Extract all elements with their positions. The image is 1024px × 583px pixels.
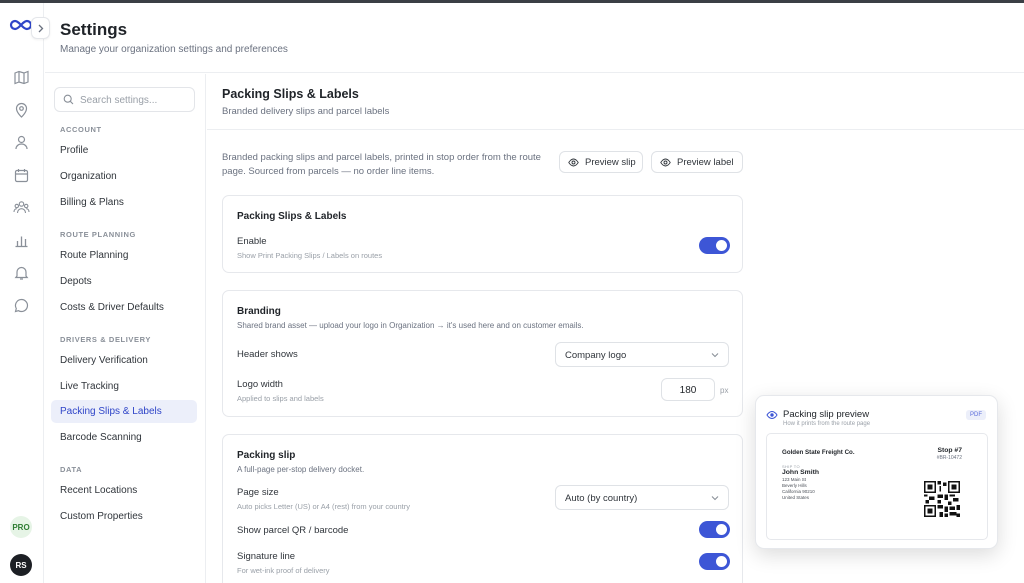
nav-item-barcode-scanning[interactable]: Barcode Scanning [51, 426, 197, 449]
branding-card-title: Branding [237, 306, 281, 317]
slip-company: Golden State Freight Co. [782, 449, 855, 456]
page-header: Settings Manage your organization settin… [45, 3, 1024, 73]
slip-document: Golden State Freight Co. Stop #7 #BR-104… [766, 433, 988, 540]
section-title: Packing Slips & Labels [222, 87, 359, 101]
eye-icon [766, 410, 778, 420]
slip-address-line: California 90210 [782, 489, 815, 494]
qr-code-icon [924, 481, 960, 517]
bell-icon[interactable] [13, 264, 30, 281]
app-rail: PRO RS [0, 3, 50, 583]
preview-label-label: Preview label [677, 156, 734, 168]
avatar[interactable]: RS [10, 554, 32, 576]
enable-label: Enable [237, 236, 267, 247]
logo-width-hint: Applied to slips and labels [237, 394, 324, 403]
team-icon[interactable] [13, 199, 30, 216]
qr-toggle[interactable] [699, 521, 730, 538]
preview-subtitle: How it prints from the route page [783, 421, 871, 427]
preview-label-button[interactable]: Preview label [651, 151, 743, 173]
page-subtitle: Manage your organization settings and pr… [60, 44, 288, 55]
slip-stop: Stop #7 [937, 447, 962, 454]
page-size-select[interactable]: Auto (by country) [555, 485, 729, 510]
header-shows-select[interactable]: Company logo [555, 342, 729, 367]
signature-toggle[interactable] [699, 553, 730, 570]
nav-item-recent-locations[interactable]: Recent Locations [51, 479, 197, 502]
enable-hint: Show Print Packing Slips / Labels on rou… [237, 251, 383, 260]
pro-badge[interactable]: PRO [10, 516, 32, 538]
packing-slip-card-title: Packing slip [237, 450, 296, 461]
nav-item-depots[interactable]: Depots [51, 270, 197, 293]
chat-bubble-icon[interactable] [13, 297, 30, 314]
settings-nav: Search settings... ACCOUNT Profile Organ… [45, 74, 206, 583]
slip-address-line: 123 Main St [782, 477, 807, 482]
nav-item-delivery-verification[interactable]: Delivery Verification [51, 349, 197, 372]
section-route-planning: ROUTE PLANNING [60, 230, 136, 239]
eye-icon [660, 158, 671, 166]
branding-card: Branding Shared brand asset — upload you… [222, 290, 743, 417]
preview-title: Packing slip preview [783, 409, 870, 420]
location-pin-icon[interactable] [13, 102, 30, 119]
infinity-logo[interactable] [9, 17, 33, 33]
packing-slip-preview: Packing slip preview How it prints from … [755, 395, 998, 549]
signature-hint: For wet-ink proof of delivery [237, 566, 330, 575]
preview-slip-label: Preview slip [585, 156, 636, 168]
enable-card-title: Packing Slips & Labels [237, 211, 347, 222]
logo-width-input[interactable]: 180 [661, 378, 715, 401]
page-size-hint: Auto picks Letter (US) or A4 (rest) from… [237, 502, 410, 511]
branding-card-subtitle: Shared brand asset — upload your logo in… [237, 321, 584, 330]
bar-chart-icon[interactable] [13, 232, 30, 249]
page-size-label: Page size [237, 487, 279, 498]
chevron-right-icon[interactable] [31, 17, 50, 39]
nav-item-billing[interactable]: Billing & Plans [51, 191, 197, 214]
nav-item-route-planning[interactable]: Route Planning [51, 244, 197, 267]
section-data: DATA [60, 465, 83, 474]
slip-name: John Smith [782, 469, 820, 476]
packing-slip-card: Packing slip A full-page per-stop delive… [222, 434, 743, 583]
page-size-value: Auto (by country) [565, 493, 638, 504]
nav-item-packing-slips[interactable]: Packing Slips & Labels [51, 400, 197, 423]
signature-label: Signature line [237, 551, 296, 562]
user-icon[interactable] [13, 134, 30, 151]
pdf-badge[interactable]: PDF [966, 410, 986, 420]
enable-toggle[interactable] [699, 237, 730, 254]
chevron-down-icon [711, 496, 719, 501]
slip-ref: #BR-10472 [936, 455, 962, 461]
search-placeholder: Search settings... [80, 95, 158, 106]
nav-item-custom-properties[interactable]: Custom Properties [51, 505, 197, 528]
page-title: Settings [60, 20, 128, 39]
section-account: ACCOUNT [60, 125, 102, 134]
eye-icon [568, 158, 579, 166]
section-subtitle: Branded delivery slips and parcel labels [222, 106, 390, 117]
calendar-icon[interactable] [13, 167, 30, 184]
nav-item-profile[interactable]: Profile [51, 139, 197, 162]
nav-item-costs[interactable]: Costs & Driver Defaults [51, 296, 197, 319]
qr-label: Show parcel QR / barcode [237, 525, 349, 536]
nav-item-live-tracking[interactable]: Live Tracking [51, 375, 197, 398]
slip-address-line: United States [782, 495, 810, 500]
nav-item-organization[interactable]: Organization [51, 165, 197, 188]
slip-address-line: Beverly Hills [782, 483, 807, 488]
enable-card: Packing Slips & Labels Enable Show Print… [222, 195, 743, 273]
logo-width-unit: px [720, 386, 729, 395]
section-header: Packing Slips & Labels Branded delivery … [207, 74, 1024, 130]
intro-text: Branded packing slips and parcel labels,… [222, 152, 541, 177]
packing-slip-card-subtitle: A full-page per-stop delivery docket. [237, 465, 365, 474]
logo-width-label: Logo width [237, 379, 283, 390]
header-shows-value: Company logo [565, 350, 627, 361]
search-icon [63, 94, 74, 105]
map-icon[interactable] [13, 69, 30, 86]
header-shows-label: Header shows [237, 349, 298, 360]
chevron-down-icon [711, 353, 719, 358]
search-input[interactable]: Search settings... [54, 87, 195, 112]
section-drivers-delivery: DRIVERS & DELIVERY [60, 335, 151, 344]
preview-slip-button[interactable]: Preview slip [559, 151, 643, 173]
